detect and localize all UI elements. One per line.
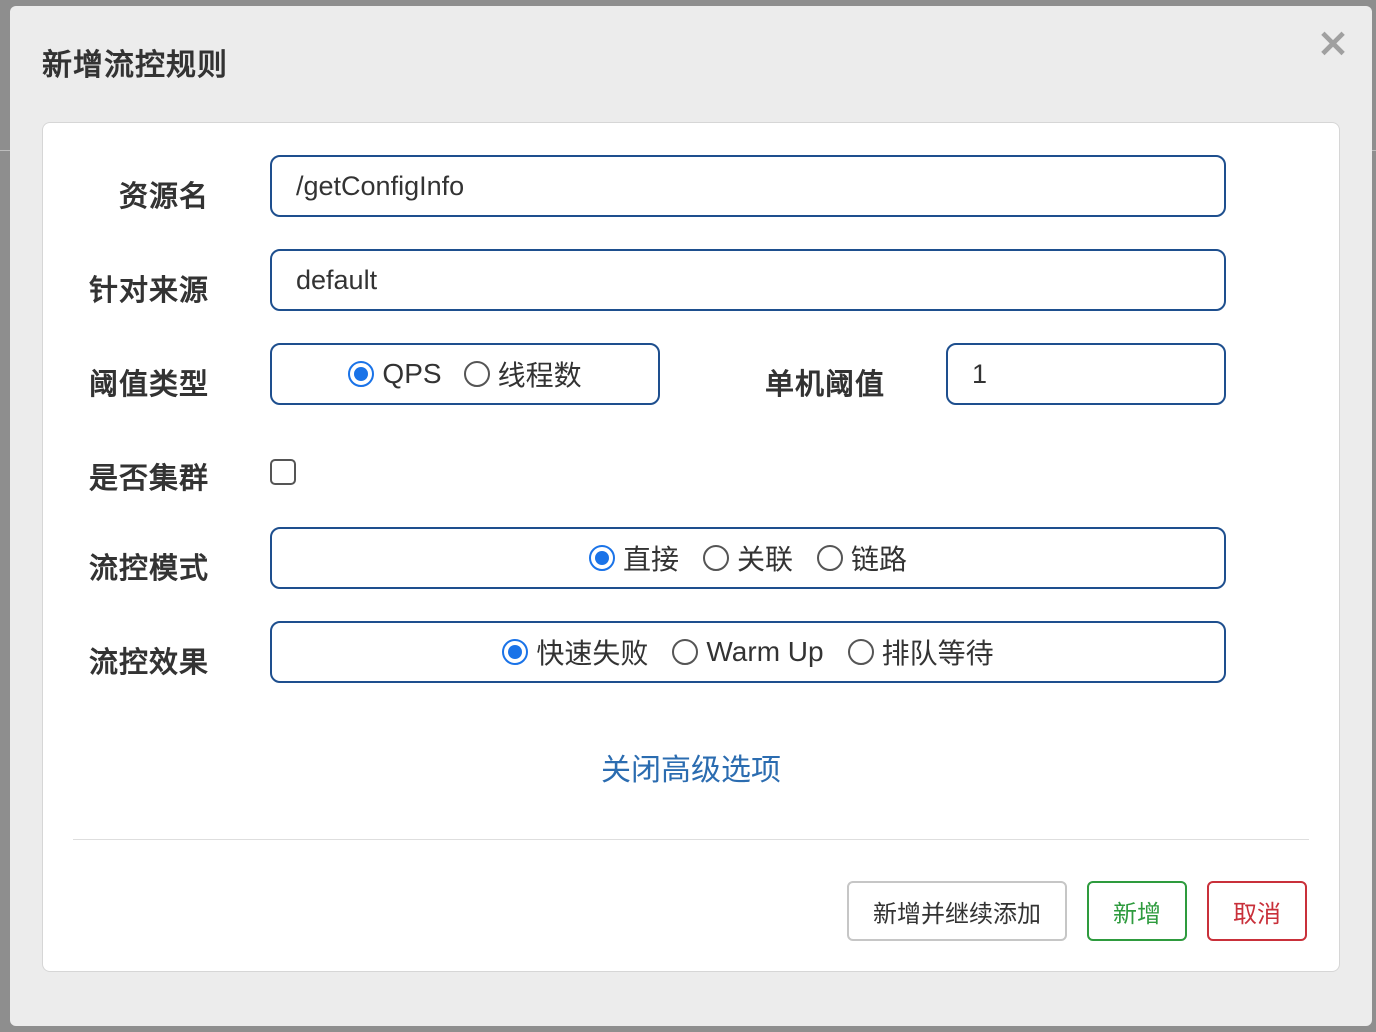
cluster-checkbox[interactable] (270, 459, 296, 485)
form-panel: 资源名 针对来源 阈值类型 QPS 线程数 单机阈值 (42, 122, 1340, 972)
threshold-type-qps-option[interactable]: QPS (348, 358, 442, 390)
threshold-type-qps-label: QPS (382, 358, 442, 389)
control-behavior-queue-label: 排队等待 (881, 638, 994, 669)
threshold-type-thread-label: 线程数 (497, 360, 582, 391)
control-behavior-queue-radio[interactable] (847, 639, 874, 665)
footer-divider (73, 839, 1309, 840)
control-behavior-queue-option[interactable]: 排队等待 (847, 632, 994, 672)
control-behavior-fast-fail-option[interactable]: 快速失败 (502, 632, 648, 672)
single-threshold-input[interactable] (948, 345, 1224, 403)
threshold-type-thread-option[interactable]: 线程数 (463, 354, 582, 394)
flow-mode-direct-label: 直接 (622, 544, 679, 575)
add-flow-rule-dialog: 新增流控规则 × 资源名 针对来源 阈值类型 QPS 线程数 单机阈值 (10, 6, 1372, 1026)
control-behavior-radio-group: 快速失败 Warm Up 排队等待 (270, 621, 1226, 683)
limit-app-field (270, 249, 1226, 311)
limit-app-label: 针对来源 (88, 273, 209, 307)
control-behavior-fast-fail-label: 快速失败 (536, 638, 649, 669)
threshold-type-radio-group: QPS 线程数 (270, 343, 660, 405)
resource-name-input[interactable] (272, 157, 1224, 215)
single-threshold-field (946, 343, 1226, 405)
add-button[interactable]: 新增 (1087, 881, 1187, 941)
cluster-label: 是否集群 (88, 461, 209, 495)
control-behavior-warm-up-radio[interactable] (672, 639, 699, 665)
flow-mode-chain-label: 链路 (851, 544, 908, 575)
control-behavior-warm-up-label: Warm Up (706, 636, 824, 667)
threshold-type-qps-radio[interactable] (348, 361, 375, 387)
threshold-type-label: 阈值类型 (88, 367, 209, 401)
flow-mode-relate-option[interactable]: 关联 (702, 538, 793, 578)
limit-app-input[interactable] (272, 251, 1224, 309)
flow-mode-chain-radio[interactable] (817, 545, 843, 571)
control-behavior-warm-up-option[interactable]: Warm Up (672, 636, 824, 668)
resource-name-label: 资源名 (118, 179, 209, 213)
close-icon[interactable]: × (1316, 23, 1350, 63)
flow-mode-relate-label: 关联 (736, 544, 793, 575)
resource-name-field (270, 155, 1226, 217)
toggle-advanced-options-link[interactable]: 关闭高级选项 (43, 745, 1339, 789)
flow-mode-relate-radio[interactable] (702, 545, 729, 571)
flow-mode-label: 流控模式 (88, 551, 209, 585)
flow-mode-radio-group: 直接 关联 链路 (270, 527, 1226, 589)
dialog-title: 新增流控规则 (42, 48, 228, 83)
flow-mode-direct-radio[interactable] (588, 545, 615, 571)
single-threshold-label: 单机阈值 (764, 367, 885, 401)
control-behavior-fast-fail-radio[interactable] (502, 639, 529, 665)
add-and-continue-button[interactable]: 新增并继续添加 (847, 881, 1067, 941)
flow-mode-chain-option[interactable]: 链路 (817, 538, 907, 578)
flow-mode-direct-option[interactable]: 直接 (588, 538, 679, 578)
cancel-button[interactable]: 取消 (1207, 881, 1307, 941)
threshold-type-thread-radio[interactable] (463, 361, 490, 387)
control-behavior-label: 流控效果 (88, 645, 209, 679)
